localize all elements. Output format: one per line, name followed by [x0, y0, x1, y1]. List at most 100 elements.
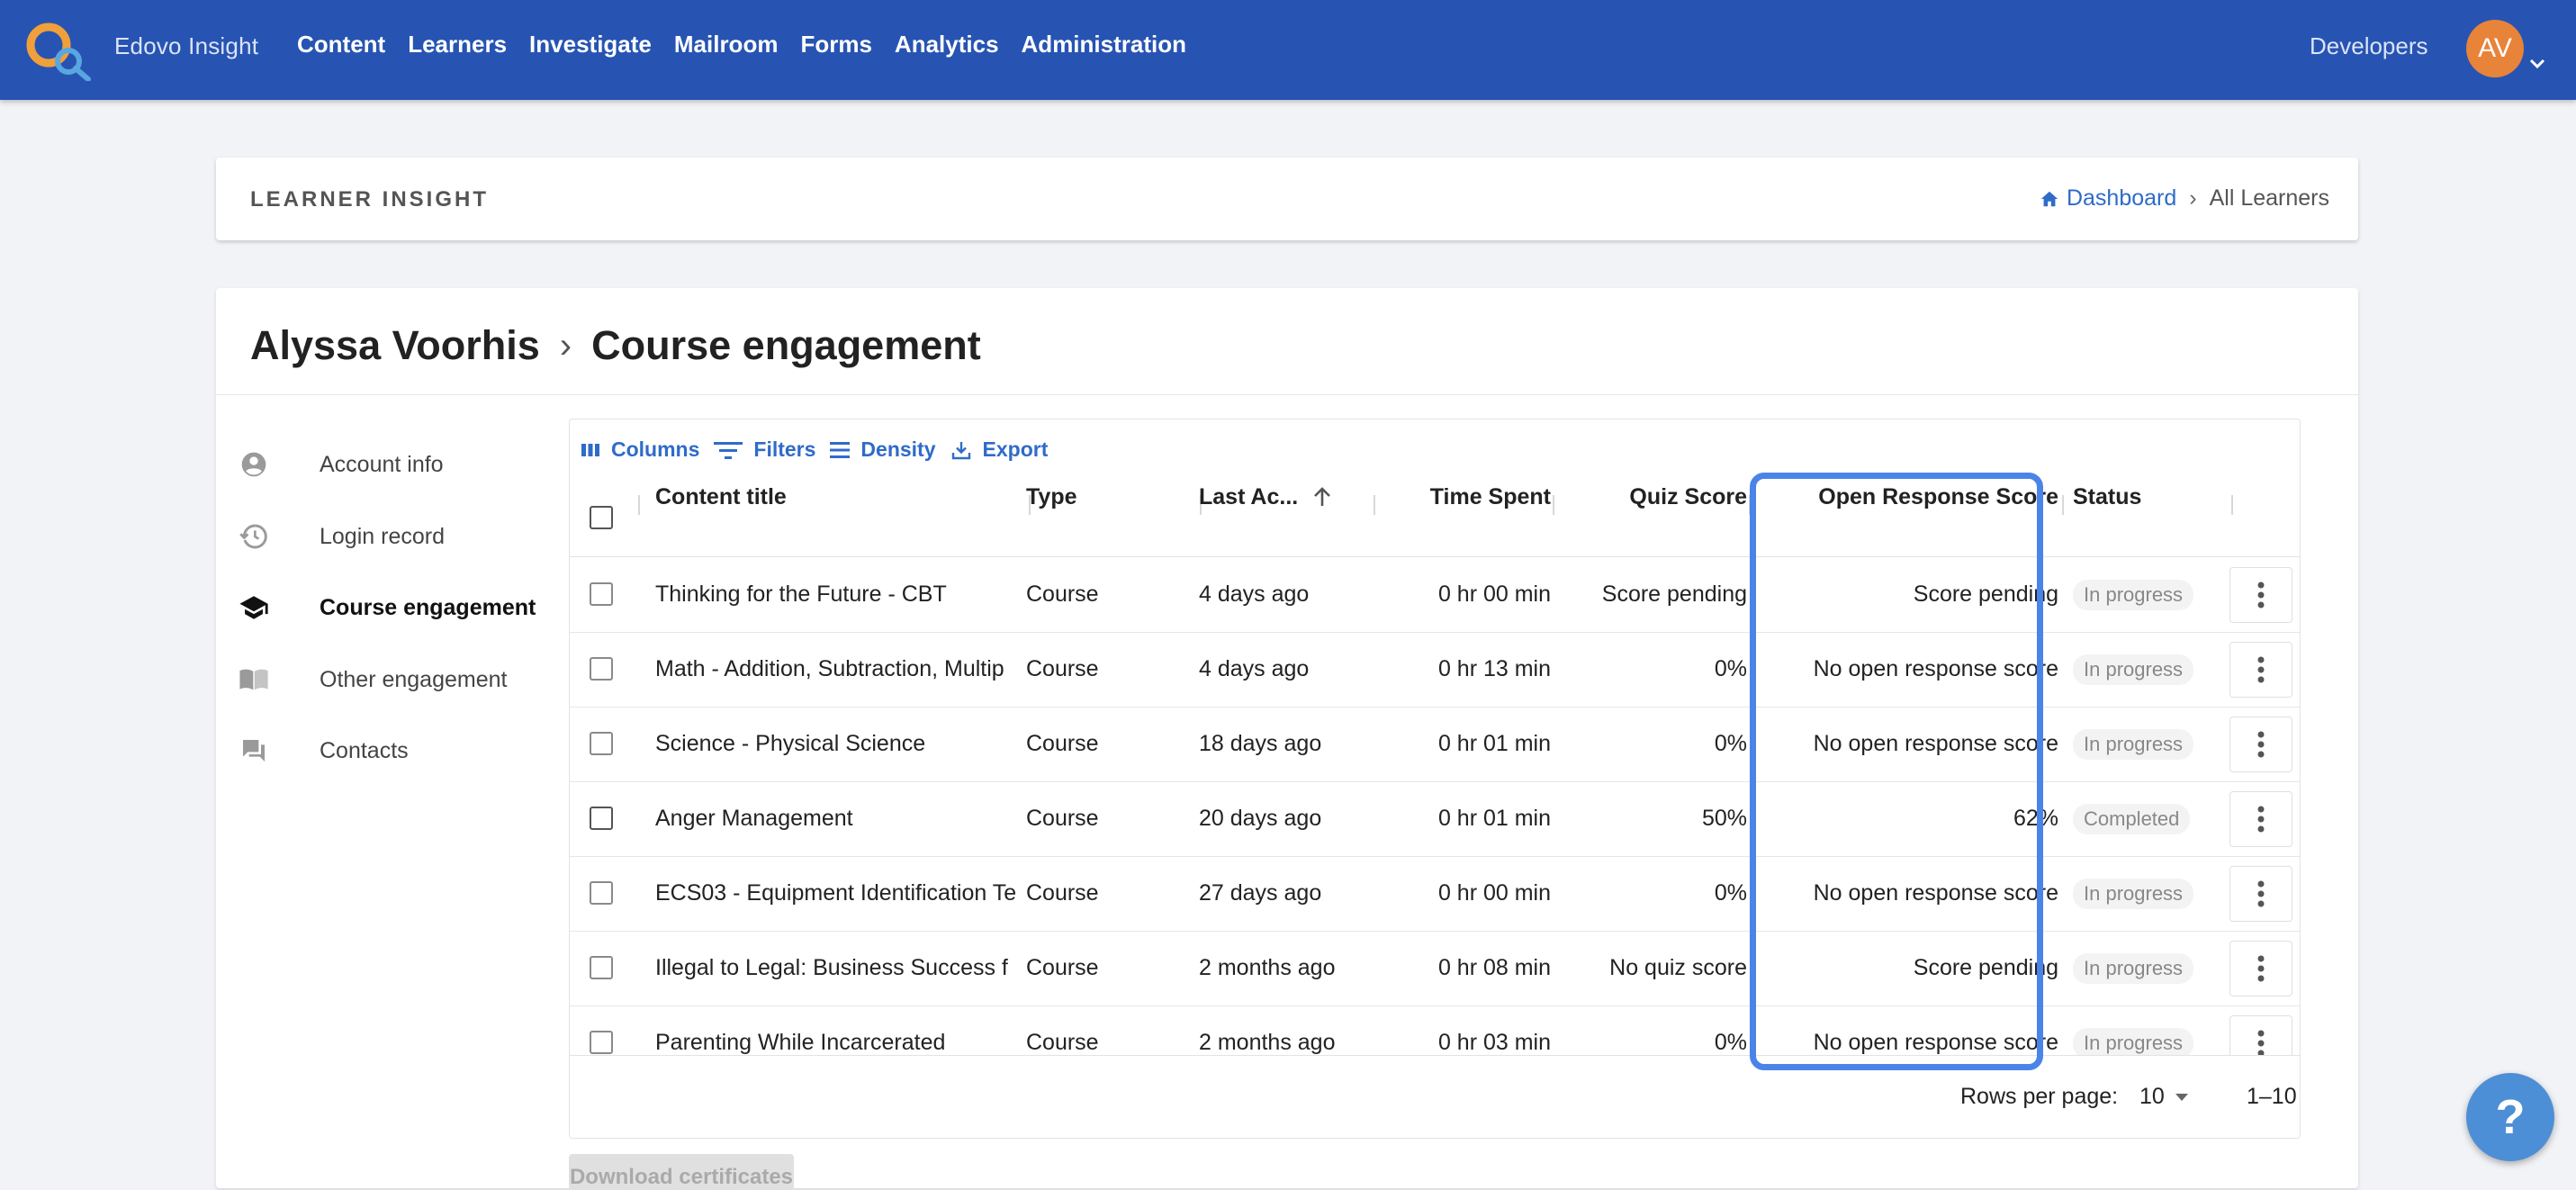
- column-header-last-accessed[interactable]: Last Ac...: [1199, 473, 1332, 520]
- column-header-quiz-score[interactable]: Quiz Score: [1558, 473, 1747, 520]
- table-row[interactable]: Science - Physical Science Course 18 day…: [570, 707, 2300, 782]
- select-all-checkbox[interactable]: [590, 506, 613, 529]
- column-header-type[interactable]: Type: [1026, 473, 1077, 520]
- column-separator[interactable]: [1374, 495, 1375, 515]
- row-actions-button[interactable]: [2229, 567, 2292, 623]
- pagination-range: 1–10 of 31: [2247, 1084, 2300, 1109]
- sidebar-item-login-record[interactable]: Login record: [239, 518, 445, 554]
- divider: [216, 394, 2358, 395]
- status-badge: In progress: [2073, 728, 2194, 760]
- help-button[interactable]: ?: [2466, 1073, 2554, 1161]
- columns-button[interactable]: Columns: [581, 437, 699, 462]
- column-separator[interactable]: [2231, 495, 2233, 515]
- table-row[interactable]: Math - Addition, Subtraction, Multip Cou…: [570, 632, 2300, 708]
- brand-name: Edovo Insight: [114, 32, 259, 59]
- breadcrumb-dashboard[interactable]: Dashboard: [2040, 185, 2176, 212]
- nav-mailroom[interactable]: Mailroom: [674, 31, 779, 59]
- column-separator[interactable]: [1553, 495, 1554, 515]
- cell-last-accessed: 20 days ago: [1199, 806, 1322, 831]
- columns-icon: [581, 443, 599, 456]
- column-header-open-response-score[interactable]: Open Response Score: [1758, 473, 2058, 520]
- row-checkbox[interactable]: [590, 1031, 613, 1054]
- row-actions-button[interactable]: [2229, 642, 2292, 698]
- status-badge: In progress: [2073, 878, 2194, 909]
- column-separator[interactable]: [1749, 495, 1751, 515]
- edovo-logo-icon[interactable]: [23, 18, 94, 81]
- sidebar-item-course-engagement[interactable]: Course engagement: [239, 590, 536, 626]
- more-vert-icon: [2257, 880, 2265, 907]
- sort-ascending-icon[interactable]: [1312, 486, 1332, 508]
- table-row[interactable]: Anger Management Course 20 days ago 0 hr…: [570, 781, 2300, 857]
- download-certificates-button[interactable]: Download certificates: [569, 1154, 794, 1190]
- section-name: Course engagement: [591, 322, 981, 368]
- row-checkbox[interactable]: [590, 881, 613, 905]
- sidebar-item-account-info[interactable]: Account info: [239, 446, 444, 482]
- main-nav: Content Learners Investigate Mailroom Fo…: [297, 31, 1209, 59]
- breadcrumb: Dashboard › All Learners: [2040, 185, 2329, 212]
- cell-open-response-score: 62%: [2013, 806, 2058, 831]
- chevron-down-icon[interactable]: [2527, 56, 2547, 72]
- cell-open-response-score: No open response score: [1813, 731, 2058, 756]
- cell-content-title: Illegal to Legal: Business Success f: [655, 955, 1008, 980]
- row-checkbox[interactable]: [590, 807, 613, 830]
- sidebar-item-label: Other engagement: [320, 666, 508, 692]
- chat-icon: [239, 735, 269, 766]
- cell-open-response-score: No open response score: [1813, 656, 2058, 681]
- row-checkbox[interactable]: [590, 657, 613, 681]
- download-icon: [951, 441, 970, 459]
- sidebar-item-label: Contacts: [320, 737, 409, 763]
- sidebar-item-other-engagement[interactable]: Other engagement: [239, 662, 507, 698]
- export-label: Export: [982, 437, 1049, 461]
- row-actions-button[interactable]: [2229, 866, 2292, 922]
- developers-link[interactable]: Developers: [2310, 32, 2428, 60]
- cell-quiz-score: 50%: [1701, 806, 1747, 831]
- table-row[interactable]: Illegal to Legal: Business Success f Cou…: [570, 931, 2300, 1006]
- column-header-status[interactable]: Status: [2073, 473, 2141, 520]
- status-badge: In progress: [2073, 952, 2194, 984]
- nav-administration[interactable]: Administration: [1022, 31, 1186, 59]
- row-actions-button[interactable]: [2229, 791, 2292, 847]
- sidebar-item-label: Course engagement: [320, 594, 536, 620]
- breadcrumb-current: All Learners: [2209, 185, 2329, 211]
- cell-open-response-score: Score pending: [1913, 581, 2058, 607]
- nav-content[interactable]: Content: [297, 31, 385, 59]
- more-vert-icon: [2257, 581, 2265, 609]
- sidebar-item-label: Login record: [320, 523, 445, 549]
- rows-per-page-select[interactable]: 10: [2139, 1084, 2190, 1110]
- caret-down-icon: [2175, 1093, 2188, 1101]
- row-checkbox[interactable]: [590, 582, 613, 606]
- user-avatar[interactable]: AV: [2466, 20, 2524, 77]
- nav-learners[interactable]: Learners: [408, 31, 507, 59]
- cell-type: Course: [1026, 955, 1099, 980]
- row-actions-button[interactable]: [2229, 941, 2292, 996]
- density-button[interactable]: Density: [830, 437, 936, 462]
- filters-button[interactable]: Filters: [714, 437, 815, 462]
- cell-quiz-score: 0%: [1714, 880, 1747, 906]
- table-row[interactable]: Thinking for the Future - CBT Course 4 d…: [570, 557, 2300, 633]
- export-button[interactable]: Export: [950, 437, 1049, 462]
- nav-analytics[interactable]: Analytics: [895, 31, 999, 59]
- column-header-content-title[interactable]: Content title: [655, 473, 787, 520]
- column-header-time-spent[interactable]: Time Spent: [1380, 473, 1551, 520]
- sidebar-item-contacts[interactable]: Contacts: [239, 733, 409, 769]
- table-row[interactable]: ECS03 - Equipment Identification Te Cour…: [570, 856, 2300, 932]
- book-open-icon: [239, 664, 269, 695]
- row-actions-button[interactable]: [2229, 717, 2292, 772]
- column-separator[interactable]: [2062, 495, 2064, 515]
- page-title: Alyssa Voorhis › Course engagement: [250, 322, 981, 369]
- more-vert-icon: [2257, 955, 2265, 982]
- cell-type: Course: [1026, 880, 1099, 906]
- cell-time-spent: 0 hr 01 min: [1437, 806, 1551, 831]
- density-icon: [830, 441, 851, 458]
- cell-content-title: Science - Physical Science: [655, 731, 926, 756]
- breadcrumb-dashboard-label: Dashboard: [2066, 185, 2177, 211]
- cell-last-accessed: 18 days ago: [1199, 731, 1322, 756]
- nav-investigate[interactable]: Investigate: [529, 31, 652, 59]
- cell-type: Course: [1026, 731, 1099, 756]
- nav-forms[interactable]: Forms: [800, 31, 871, 59]
- row-checkbox[interactable]: [590, 732, 613, 755]
- row-checkbox[interactable]: [590, 956, 613, 979]
- cell-open-response-score: No open response score: [1813, 880, 2058, 906]
- title-separator: ›: [559, 325, 572, 365]
- cell-time-spent: 0 hr 01 min: [1437, 731, 1551, 756]
